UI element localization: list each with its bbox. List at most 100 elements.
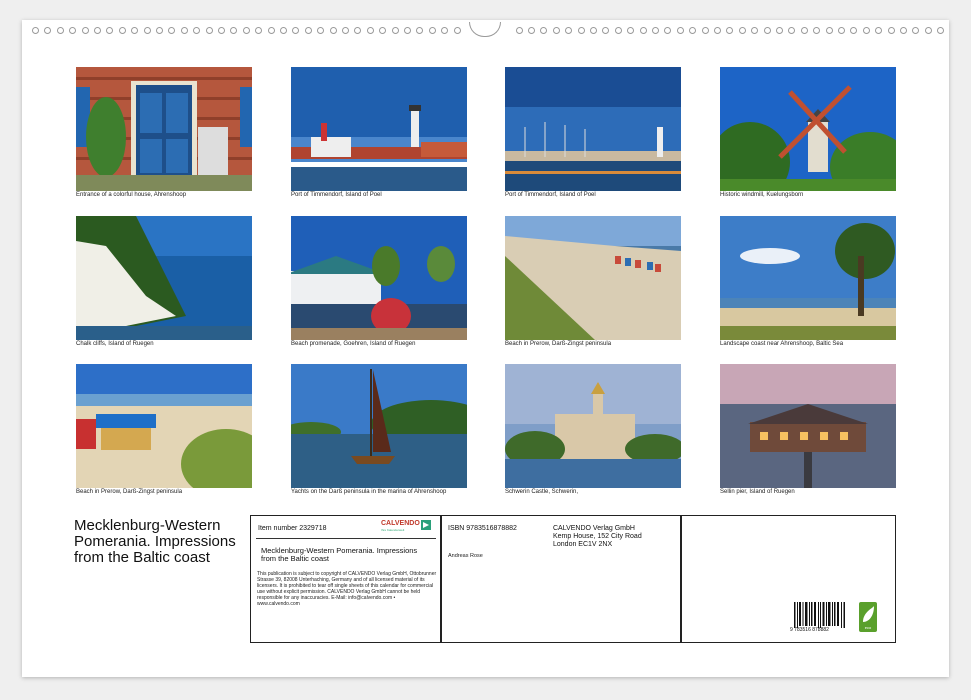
publisher-line: CALVENDO Verlag GmbH <box>553 525 635 532</box>
binding-ring <box>850 27 858 34</box>
photo-yachts-ahrenshoop <box>291 364 467 488</box>
photo-caption: Beach in Prerow, Darß-Zingst peninsula <box>76 489 183 495</box>
calvendo-logo: CALVENDO <box>381 520 420 527</box>
binding-ring <box>652 27 659 34</box>
binding-ring <box>69 27 77 34</box>
photo-beach-promenade-goehren <box>291 216 467 340</box>
binding-ring <box>255 27 263 34</box>
binding-ring <box>714 27 721 34</box>
binding-ring <box>193 27 201 34</box>
binding-ring <box>726 27 734 34</box>
binding-ring <box>788 27 796 34</box>
binding-ring <box>552 27 560 34</box>
photo-caption: Port of Timmendorf, Island of Poel <box>505 192 596 198</box>
binding-ring <box>664 27 672 34</box>
photo-caption: Entrance of a colorful house, Ahrenshoop <box>76 192 187 198</box>
binding-ring <box>428 27 436 34</box>
photo-caption: Port of Timmendorf, Island of Poel <box>291 192 382 198</box>
binding-ring <box>875 27 883 34</box>
photo-sellin-pier <box>720 364 896 488</box>
eco-label-text: eco <box>865 625 872 630</box>
calvendo-mark-icon <box>421 520 431 530</box>
binding-ring <box>230 27 238 34</box>
binding-ring <box>180 27 188 34</box>
binding-ring <box>900 27 907 34</box>
calvendo-tagline: Ihre Kalenderwelt <box>381 528 405 532</box>
photo-caption: Yachts on the Darß peninsula in the mari… <box>291 489 447 495</box>
divider-line <box>256 538 436 539</box>
binding-ring <box>44 27 52 34</box>
barcode-icon <box>794 602 845 628</box>
photo-schwerin-castle <box>505 364 681 488</box>
binding-ring <box>56 27 64 34</box>
binding-ring <box>267 27 275 34</box>
binding-ring <box>168 27 176 34</box>
binding-ring <box>751 27 759 34</box>
binding-ring <box>689 27 697 34</box>
binding-ring <box>416 27 424 34</box>
binding-ring <box>404 27 411 34</box>
photo-port-timmendorf-1 <box>291 67 467 191</box>
eco-label-icon: eco <box>859 602 877 632</box>
binding-ring <box>366 27 374 34</box>
item-number: Item number 2329718 <box>258 525 327 532</box>
photo-caption: Beach in Prerow, Darß-Zingst peninsula <box>505 341 612 347</box>
photo-caption: Schwerin Castle, Schwerin, <box>505 489 579 495</box>
binding-ring <box>763 27 771 34</box>
photo-caption: Sellin pier, Island of Ruegen <box>720 489 795 495</box>
info-box: Item number 2329718 CALVENDO Ihre Kalend… <box>250 515 896 643</box>
binding-ring <box>205 27 213 34</box>
binding-ring <box>280 27 287 34</box>
binding-ring <box>453 27 461 34</box>
photo-coast-ahrenshoop <box>720 216 896 340</box>
binding-ring <box>32 27 39 34</box>
isbn: ISBN 9783516878882 <box>448 525 517 532</box>
binding-ring <box>354 27 362 34</box>
binding-ring <box>627 27 635 34</box>
photo-chalk-cliffs <box>76 216 252 340</box>
binding-ring <box>317 27 325 34</box>
photo-caption: Historic windmill, Kuelungsborn <box>720 192 804 198</box>
photo-caption: Landscape coast near Ahrenshoop, Baltic … <box>720 341 844 347</box>
binding-ring <box>676 27 684 34</box>
publisher-line: Kemp House, 152 City Road <box>553 533 642 540</box>
publisher-line: London EC1V 2NX <box>553 541 613 548</box>
binding-ring <box>862 27 870 34</box>
photo-caption: Chalk cliffs, Island of Ruegen <box>76 341 154 347</box>
photo-beach-prerow-1 <box>505 216 681 340</box>
binding-ring <box>912 27 920 34</box>
binding-ring <box>701 27 709 34</box>
binding-ring <box>800 27 808 34</box>
photo-beach-prerow-2 <box>76 364 252 488</box>
binding-ring <box>776 27 783 34</box>
photo-entrance-house <box>76 67 252 191</box>
binding-ring <box>81 27 89 34</box>
binding-ring <box>602 27 610 34</box>
binding-ring <box>577 27 585 34</box>
binding-ring <box>329 27 337 34</box>
barcode-number: 9 783516 878882 <box>790 627 829 633</box>
info-subtitle: Mecklenburg-Western Pomerania. Impressio… <box>261 546 418 563</box>
binding-ring <box>838 27 845 34</box>
binding-ring <box>813 27 821 34</box>
binding-ring <box>614 27 622 34</box>
binding-ring <box>738 27 746 34</box>
divider <box>440 516 442 642</box>
binding-ring <box>94 27 101 34</box>
binding-ring <box>342 27 349 34</box>
binding-ring <box>143 27 151 34</box>
binding-ring <box>590 27 597 34</box>
binding-ring <box>515 27 523 34</box>
binding-ring <box>242 27 250 34</box>
binding-ring <box>937 27 945 34</box>
publisher-address: CALVENDO Verlag GmbH Kemp House, 152 Cit… <box>553 525 642 549</box>
binding-ring <box>540 27 548 34</box>
binding-ring <box>156 27 163 34</box>
binding-ring <box>825 27 833 34</box>
photo-port-timmendorf-2 <box>505 67 681 191</box>
binding-ring <box>304 27 312 34</box>
binding-ring <box>218 27 225 34</box>
legal-notice: This publication is subject to copyright… <box>257 571 437 607</box>
binding-ring <box>118 27 126 34</box>
calendar-title: Mecklenburg-Western Pomerania. Impressio… <box>74 517 236 566</box>
